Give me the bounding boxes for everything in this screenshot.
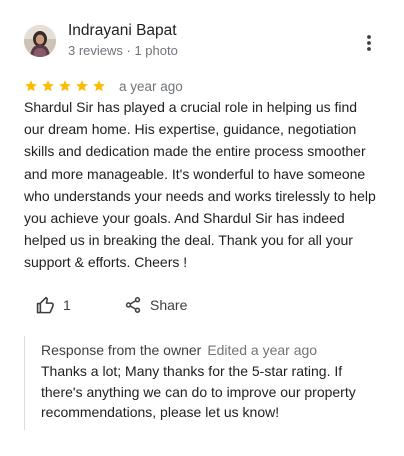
more-options-button[interactable] <box>358 30 380 56</box>
share-icon <box>125 297 141 313</box>
star-icon <box>42 80 54 92</box>
reviewer-meta: 3 reviews · 1 photo <box>68 43 178 58</box>
more-vert-icon <box>367 35 371 51</box>
star-rating <box>24 79 109 93</box>
owner-response-date: Edited a year ago <box>207 342 318 358</box>
avatar[interactable] <box>24 25 56 57</box>
review-date: a year ago <box>119 78 183 94</box>
star-icon <box>93 80 105 92</box>
share-button[interactable]: Share <box>124 292 187 318</box>
star-icon <box>59 80 71 92</box>
rating-row: a year ago <box>24 77 183 95</box>
review-card: Indrayani Bapat 3 reviews · 1 photo a ye… <box>0 0 404 456</box>
thumb-up-icon <box>36 296 54 313</box>
owner-response-title: Response from the owner <box>41 342 202 358</box>
owner-response-text: Thanks a lot; Many thanks for the 5-star… <box>41 363 356 420</box>
star-icon <box>25 80 37 92</box>
owner-response-header: Response from the owner Edited a year ago <box>41 342 317 358</box>
like-button[interactable]: 1 <box>36 292 71 318</box>
review-text: Shardul Sir has played a crucial role in… <box>24 99 376 271</box>
reviewer-name[interactable]: Indrayani Bapat <box>68 22 177 40</box>
share-label: Share <box>150 297 188 313</box>
star-icon <box>76 80 88 92</box>
like-count: 1 <box>63 297 71 313</box>
owner-response: Response from the owner Edited a year ago… <box>24 336 377 430</box>
